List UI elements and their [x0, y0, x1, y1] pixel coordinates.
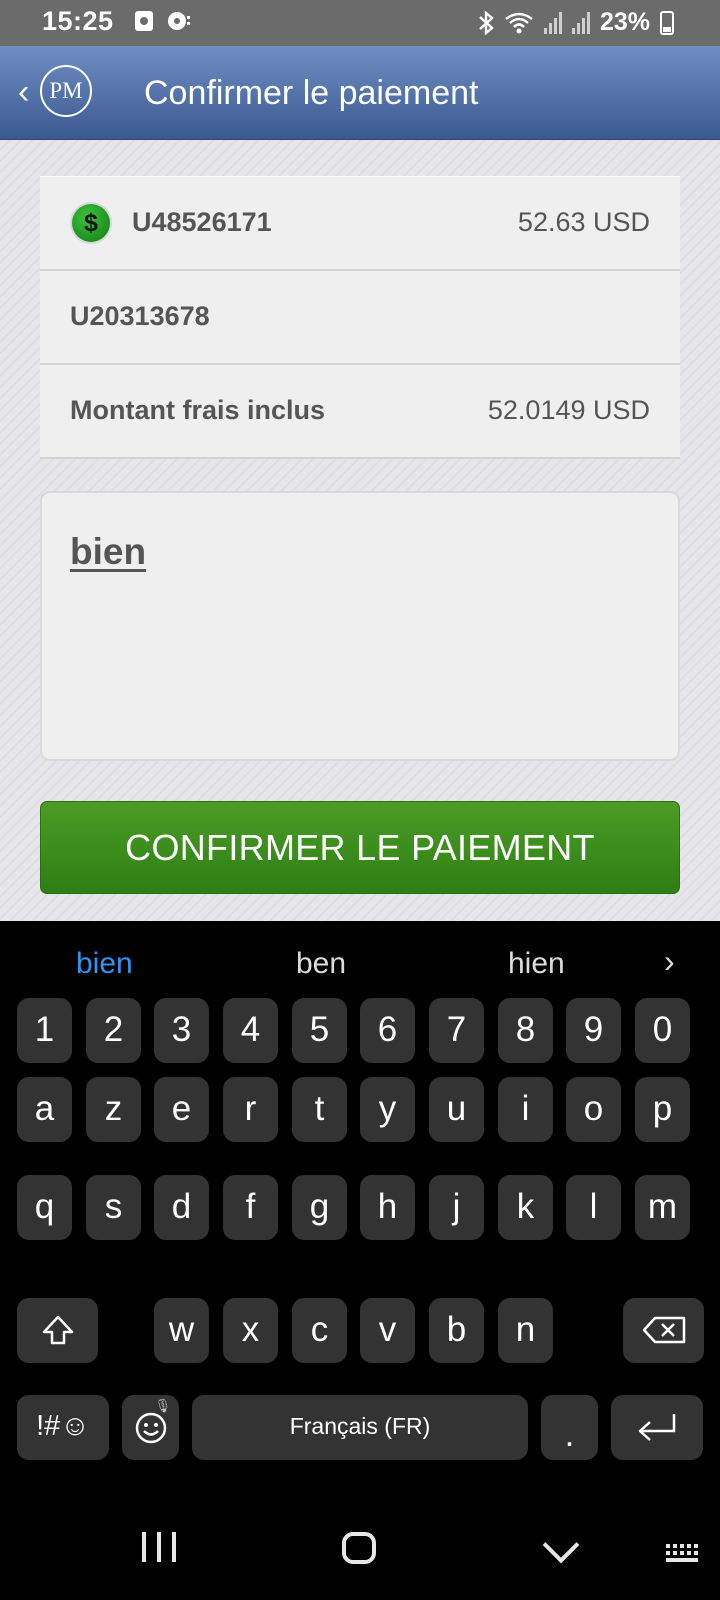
recent-apps-icon[interactable] — [142, 1532, 176, 1562]
battery-icon — [660, 10, 674, 35]
key-z[interactable]: z — [86, 1077, 141, 1142]
wifi-icon — [505, 12, 533, 33]
payment-summary-card: $ U48526171 52.63 USD U20313678 Montant … — [40, 176, 680, 459]
back-down-icon[interactable] — [542, 1526, 580, 1564]
key-0[interactable]: 0 — [635, 998, 690, 1063]
keyboard: bien ben hien › !#☺ 🎙 Français (FR) . 12… — [0, 921, 720, 1488]
memo-text: bien — [70, 531, 147, 572]
key-7[interactable]: 7 — [429, 998, 484, 1063]
app-logo[interactable]: PM — [40, 65, 92, 117]
shift-icon — [42, 1315, 73, 1345]
key-v[interactable]: v — [360, 1298, 415, 1363]
enter-icon — [638, 1414, 676, 1441]
key-1[interactable]: 1 — [17, 998, 72, 1063]
key-x[interactable]: x — [223, 1298, 278, 1363]
dollar-icon: $ — [72, 204, 110, 242]
from-account-label: U48526171 — [132, 207, 272, 237]
key-s[interactable]: s — [86, 1175, 141, 1240]
key-w[interactable]: w — [154, 1298, 209, 1363]
key-g[interactable]: g — [292, 1175, 347, 1240]
media-icon — [168, 12, 190, 30]
fee-label: Montant frais inclus — [70, 395, 326, 425]
key-5[interactable]: 5 — [292, 998, 347, 1063]
from-amount-value: 52.63 USD — [517, 207, 650, 237]
space-key[interactable]: Français (FR) — [192, 1395, 528, 1460]
key-8[interactable]: 8 — [498, 998, 553, 1063]
status-bar: 15:25 23% — [0, 0, 720, 46]
suggestion-2[interactable]: ben — [296, 947, 346, 981]
fee-amount-value: 52.0149 USD — [487, 395, 650, 425]
signal-icon — [543, 11, 562, 34]
page-title: Confirmer le paiement — [144, 74, 479, 112]
key-l[interactable]: l — [566, 1175, 621, 1240]
smiley-icon — [135, 1412, 166, 1444]
shift-key[interactable] — [17, 1298, 98, 1363]
chevron-right-icon[interactable]: › — [664, 943, 675, 980]
key-e[interactable]: e — [154, 1077, 209, 1142]
key-r[interactable]: r — [223, 1077, 278, 1142]
period-key[interactable]: . — [541, 1395, 598, 1460]
keyboard-toggle-icon[interactable] — [666, 1544, 698, 1562]
key-a[interactable]: a — [17, 1077, 72, 1142]
key-j[interactable]: j — [429, 1175, 484, 1240]
key-o[interactable]: o — [566, 1077, 621, 1142]
key-q[interactable]: q — [17, 1175, 72, 1240]
back-chevron-icon[interactable]: ‹ — [18, 73, 29, 112]
navigation-bar — [0, 1488, 720, 1600]
key-f[interactable]: f — [223, 1175, 278, 1240]
bluetooth-icon — [479, 10, 494, 35]
key-m[interactable]: m — [635, 1175, 690, 1240]
backspace-key[interactable] — [623, 1298, 704, 1363]
suggestion-1[interactable]: bien — [76, 947, 133, 981]
confirm-payment-button[interactable]: CONFIRMER LE PAIEMENT — [40, 801, 680, 894]
to-account-row: U20313678 — [40, 271, 680, 365]
key-p[interactable]: p — [635, 1077, 690, 1142]
key-n[interactable]: n — [498, 1298, 553, 1363]
emoji-key[interactable]: 🎙 — [122, 1395, 179, 1460]
key-k[interactable]: k — [498, 1175, 553, 1240]
key-b[interactable]: b — [429, 1298, 484, 1363]
key-y[interactable]: y — [360, 1077, 415, 1142]
battery-percent: 23% — [599, 8, 650, 36]
key-2[interactable]: 2 — [86, 998, 141, 1063]
key-h[interactable]: h — [360, 1175, 415, 1240]
key-c[interactable]: c — [292, 1298, 347, 1363]
fee-row: Montant frais inclus 52.0149 USD — [40, 365, 680, 459]
photo-icon — [135, 11, 153, 31]
enter-key[interactable] — [611, 1395, 703, 1460]
key-i[interactable]: i — [498, 1077, 553, 1142]
signal-icon — [571, 11, 590, 34]
mic-icon: 🎙 — [154, 1398, 171, 1413]
backspace-icon — [642, 1316, 685, 1344]
key-6[interactable]: 6 — [360, 998, 415, 1063]
key-d[interactable]: d — [154, 1175, 209, 1240]
to-account-label: U20313678 — [70, 301, 210, 331]
key-4[interactable]: 4 — [223, 998, 278, 1063]
key-u[interactable]: u — [429, 1077, 484, 1142]
suggestion-3[interactable]: hien — [508, 947, 565, 981]
key-t[interactable]: t — [292, 1077, 347, 1142]
content-area: $ U48526171 52.63 USD U20313678 Montant … — [0, 140, 720, 921]
status-time: 15:25 — [42, 6, 114, 36]
symbols-key[interactable]: !#☺ — [17, 1395, 109, 1460]
app-header: ‹ PM Confirmer le paiement — [0, 46, 720, 141]
key-9[interactable]: 9 — [566, 998, 621, 1063]
from-account-row: $ U48526171 52.63 USD — [40, 177, 680, 271]
key-3[interactable]: 3 — [154, 998, 209, 1063]
home-icon[interactable] — [342, 1532, 376, 1564]
memo-field[interactable]: bien — [40, 491, 680, 761]
